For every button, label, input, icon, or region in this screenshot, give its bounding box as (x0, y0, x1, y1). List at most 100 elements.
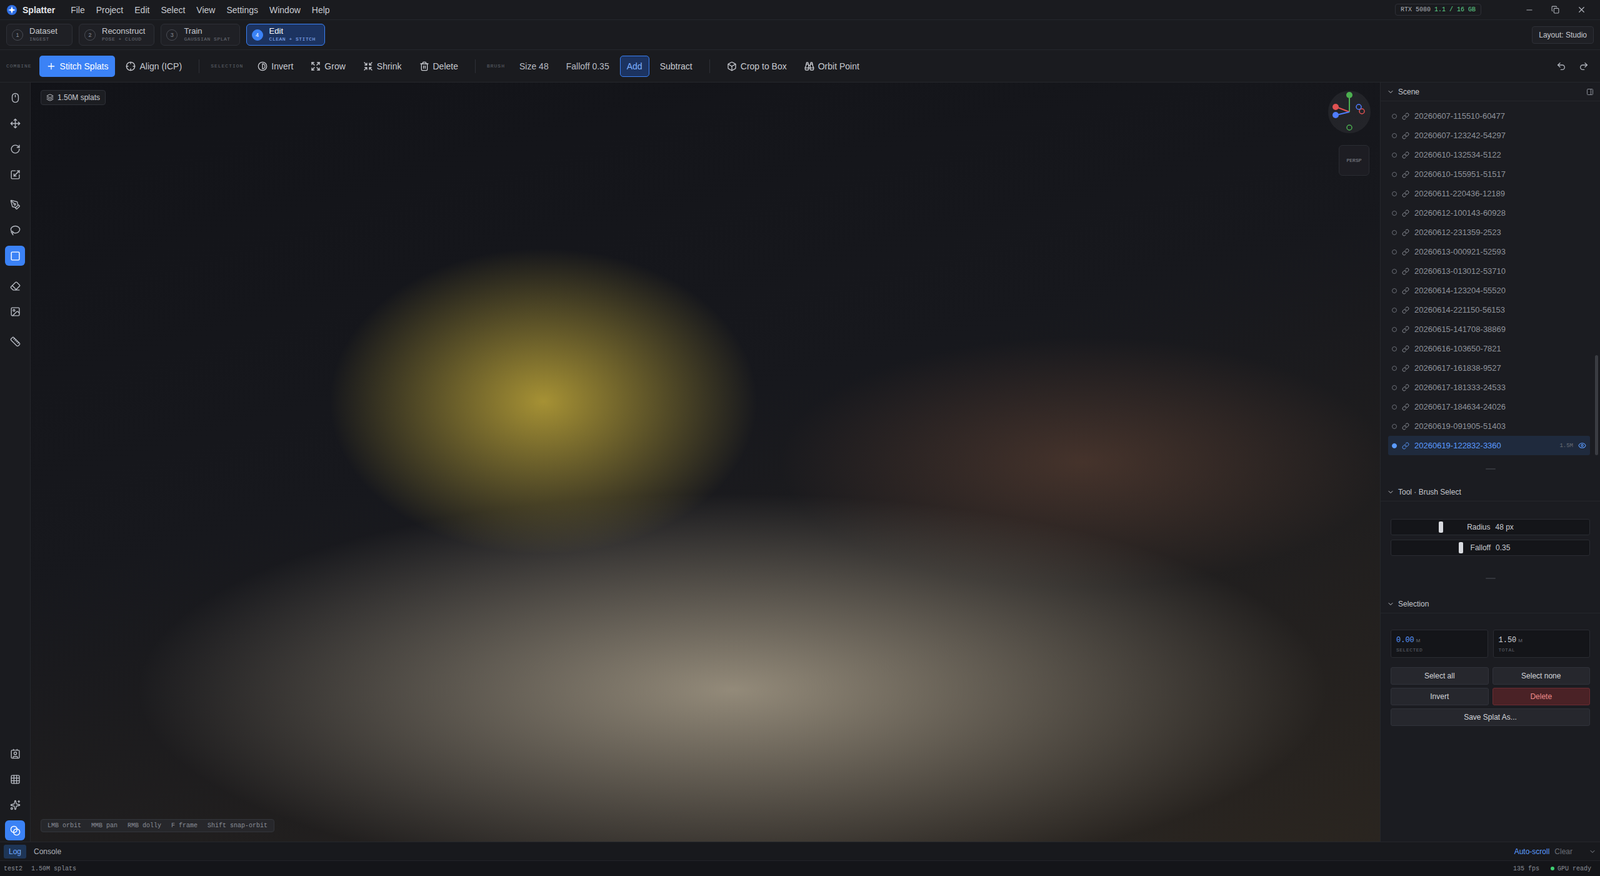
section-header[interactable]: Tool · Brush Select (1380, 482, 1600, 502)
toolbar-button[interactable]: Size 48 (512, 55, 556, 77)
lasso-icon (10, 225, 21, 236)
tool-button[interactable] (5, 820, 25, 840)
toolbar-button[interactable]: Orbit Point (797, 55, 867, 77)
tool-button[interactable] (5, 220, 25, 240)
scene-item[interactable]: 20260619-122832-33601.5M (1388, 435, 1590, 455)
tool-button[interactable] (5, 743, 25, 764)
scene-item[interactable]: 20260617-181333-24533 (1388, 377, 1590, 397)
toolbar-button[interactable]: Falloff 0.35 (559, 55, 617, 77)
toolbar-button[interactable]: Invert (250, 55, 300, 77)
menu-item[interactable]: Edit (128, 2, 155, 18)
stage-tab[interactable]: 4EditCLEAN + STITCH (246, 23, 325, 45)
viewport-render[interactable]: 1.50M splatsPERSPLMB orbitMMB panRMB dol… (30, 82, 1380, 842)
autoscroll-toggle[interactable]: Auto-scroll (1514, 846, 1550, 856)
scene-item[interactable]: 20260614-221150-56153 (1388, 300, 1590, 320)
group-label: BRUSH (486, 63, 505, 69)
toolbar-button[interactable]: Crop to Box (720, 55, 794, 77)
tool-button[interactable] (5, 794, 25, 815)
scene-item[interactable]: 20260612-231359-2523 (1388, 222, 1590, 242)
panel-button[interactable]: Select none (1492, 666, 1591, 685)
scene-item[interactable]: 20260619-091905-51403 (1388, 416, 1590, 436)
tool-button[interactable] (5, 194, 25, 215)
scene-item[interactable]: 20260617-161838-9527 (1388, 358, 1590, 378)
scene-item[interactable]: 20260614-123204-55520 (1388, 280, 1590, 300)
scene-item[interactable]: 20260607-123242-54297 (1388, 125, 1590, 145)
panel-icon[interactable] (1586, 88, 1594, 96)
tool-button[interactable] (5, 331, 25, 352)
tool-button[interactable] (5, 301, 25, 322)
link-icon (1401, 403, 1410, 411)
slider[interactable]: Falloff0.35 (1390, 539, 1590, 556)
scrollbar[interactable] (1595, 106, 1599, 455)
log-tab[interactable]: Log (3, 844, 27, 859)
slider[interactable]: Radius48 px (1390, 518, 1590, 535)
image-icon (10, 306, 21, 317)
stage-tab[interactable]: 3TrainGAUSSIAN SPLAT (160, 23, 240, 45)
minimize-icon[interactable] (1525, 5, 1534, 15)
tool-button[interactable] (5, 768, 25, 789)
slider-thumb[interactable] (1438, 521, 1444, 533)
menu-item[interactable]: Settings (220, 2, 264, 18)
undo-icon[interactable] (1556, 61, 1567, 72)
link-icon (1401, 383, 1410, 392)
resize-handle[interactable] (1380, 455, 1600, 483)
menu-item[interactable]: File (65, 2, 91, 18)
clear-button[interactable]: Clear (1554, 846, 1573, 856)
tool-strip (0, 82, 31, 842)
section-header[interactable]: Scene (1380, 82, 1600, 102)
axis-gizmo-icon[interactable] (1327, 90, 1372, 134)
logo-icon (6, 4, 18, 16)
toolbar-button[interactable]: Stitch Splats (39, 55, 116, 77)
scene-item[interactable]: 20260610-155951-51517 (1388, 164, 1590, 184)
scene-item[interactable]: 20260616-103650-7821 (1388, 338, 1590, 359)
layout-button[interactable]: Layout: Studio (1531, 26, 1594, 44)
scene-item[interactable]: 20260613-000921-52593 (1388, 241, 1590, 262)
project-name: test2 (3, 865, 23, 872)
panel-button[interactable]: Invert (1390, 687, 1489, 705)
stage-label: Dataset (29, 26, 58, 37)
panel-button[interactable]: Delete (1492, 687, 1591, 705)
menu-item[interactable]: Project (90, 2, 130, 18)
toolbar-button[interactable]: Subtract (653, 55, 700, 77)
tool-button[interactable] (5, 113, 25, 134)
toolbar-button[interactable]: Shrink (356, 55, 409, 77)
toolbar: COMBINEStitch SplatsAlign (ICP)SELECTION… (0, 50, 1600, 83)
scene-item[interactable]: 20260612-100143-60928 (1388, 203, 1590, 223)
toolbar-button[interactable]: Align (ICP) (118, 55, 189, 77)
panel-button[interactable]: Select all (1390, 666, 1489, 685)
redo-icon[interactable] (1578, 61, 1589, 72)
stage-tab[interactable]: 1DatasetINGEST (6, 23, 73, 45)
toolbar-button[interactable]: Add (620, 55, 650, 77)
menu-item[interactable]: Help (306, 2, 336, 18)
scene-item[interactable]: 20260610-132534-5122 (1388, 145, 1590, 165)
menu-item[interactable]: View (190, 2, 221, 18)
tool-button[interactable] (5, 138, 25, 159)
section-header[interactable]: Selection (1380, 594, 1600, 614)
toolbar-button[interactable]: Grow (303, 55, 352, 77)
tool-button[interactable] (5, 164, 25, 185)
slider-thumb[interactable] (1458, 541, 1464, 554)
log-tab[interactable]: Console (28, 844, 67, 859)
scene-item[interactable]: 20260613-013012-53710 (1388, 261, 1590, 281)
app-name: Splatter (22, 5, 55, 15)
toolbar-button[interactable]: Delete (412, 55, 465, 77)
tool-button[interactable] (5, 275, 25, 296)
menu-item[interactable]: Select (155, 2, 191, 18)
menu-item[interactable]: Window (263, 2, 307, 18)
chevron-icon (1386, 88, 1395, 96)
close-icon[interactable] (1576, 5, 1587, 15)
tool-button[interactable] (5, 245, 25, 266)
chevron-icon[interactable] (1588, 847, 1597, 855)
resize-handle[interactable] (1380, 561, 1600, 595)
tool-button[interactable] (5, 87, 25, 108)
scene-item[interactable]: 20260607-115510-60477 (1388, 106, 1590, 126)
scene-item[interactable]: 20260611-220436-12189 (1388, 183, 1590, 204)
scene-item[interactable]: 20260617-184634-24026 (1388, 396, 1590, 417)
panel-button[interactable]: Save Splat As... (1390, 708, 1590, 726)
eye-icon[interactable] (1578, 441, 1587, 450)
projection-button[interactable]: PERSP (1338, 145, 1370, 176)
stage-tab[interactable]: 2ReconstructPOSE + CLOUD (78, 23, 155, 45)
scene-item[interactable]: 20260615-141708-38869 (1388, 319, 1590, 339)
stage-number: 1 (11, 29, 24, 41)
restore-icon[interactable] (1551, 5, 1560, 14)
